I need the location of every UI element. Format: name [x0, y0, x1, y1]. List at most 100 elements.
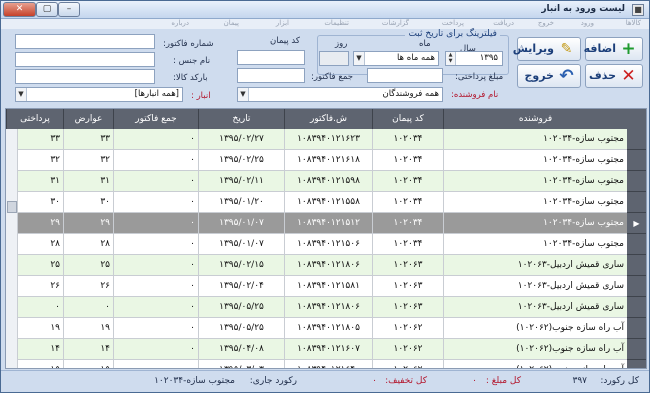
menu-item[interactable]: دریافت: [493, 19, 514, 27]
row-header[interactable]: ▶: [627, 213, 646, 234]
undo-arrow-icon: ↶: [559, 66, 574, 86]
seller-value: همه فروشندگان: [382, 89, 439, 99]
menu-item[interactable]: گزارشات: [382, 19, 409, 27]
column-header-fees[interactable]: عوارض: [63, 109, 113, 129]
table-row[interactable]: ساری قمیش اردبیل-۱۰۲۰۶۳ ۱۰۲۰۶۳ ۱۰۸۳۹۴۰۱۲۱۸…: [6, 297, 646, 318]
maximize-button[interactable]: ▢: [36, 2, 58, 17]
menu-item[interactable]: پرداخت: [442, 19, 464, 27]
delete-button[interactable]: ✕ حذف: [585, 64, 643, 88]
table-header: فروشنده کد پیمان ش.فاکتور تاریخ جمع فاکت…: [6, 109, 646, 129]
add-button[interactable]: + اضافه: [584, 37, 643, 61]
table-row[interactable]: آب راه سازه جنوب(۱۰۲۰۶۲)۱۰۲۰۶۲۱۰۸۳۹۴۰۱۲۱…: [6, 360, 646, 368]
table-row[interactable]: ▶ مجتوب سازه-۱۰۲۰۳۴ ۱۰۲۰۳۴ ۱۰۸۳۹۴۰۱۲۱۵۱۲ ۱۳۹…: [6, 213, 646, 234]
column-header-paid[interactable]: پرداختی: [6, 109, 63, 129]
cell-date: ۱۳۹۵/۰۱/۰۷: [198, 234, 284, 255]
table-row[interactable]: ساری قمیش اردبیل-۱۰۲۰۶۳ ۱۰۲۰۶۳ ۱۰۸۳۹۴۰۱۲۱۵…: [6, 276, 646, 297]
row-header[interactable]: [627, 318, 646, 339]
cell-fees: ۳۳: [63, 129, 113, 150]
day-field[interactable]: [319, 51, 349, 66]
column-header-invoice[interactable]: ش.فاکتور: [284, 109, 372, 129]
row-header[interactable]: [627, 129, 646, 150]
amount-paid-field[interactable]: [367, 68, 443, 83]
cell-date: ۱۳۹۵/۰۲/۱۱: [198, 171, 284, 192]
table-row[interactable]: مجتوب سازه-۱۰۲۰۳۴ ۱۰۲۰۳۴ ۱۰۸۳۹۴۰۱۲۱۵۹۸ ۱۳۹۵…: [6, 171, 646, 192]
cell-total: ۰: [113, 255, 198, 276]
cell-date: ۱۳۹۵/۰۲/۱۵: [198, 255, 284, 276]
column-header-seller[interactable]: فروشنده: [443, 109, 627, 129]
cell-invoice: ۱۰۸۳۹۴۰۱۲۱۵۹۸: [284, 171, 372, 192]
plus-icon: +: [621, 39, 636, 59]
seller-dropdown[interactable]: ▼ همه فروشندگان: [237, 87, 443, 102]
cell-contract: ۱۰۲۰۳۴: [372, 213, 443, 234]
warehouse-dropdown[interactable]: ▼ [همه انبارها]: [15, 87, 183, 102]
menu-item[interactable]: کالاها: [626, 19, 641, 27]
chevron-down-icon[interactable]: ▼: [16, 88, 27, 101]
cell-total: ۰: [113, 150, 198, 171]
cell-contract: ۱۰۲۰۳۴: [372, 171, 443, 192]
invoice-number-field[interactable]: [15, 34, 155, 49]
seller-label: نام فروشنده:: [451, 90, 499, 100]
row-header[interactable]: [627, 339, 646, 360]
exit-button[interactable]: ↶ خروج: [517, 64, 581, 88]
spinner-arrows-icon[interactable]: ▲ ▼: [446, 52, 456, 65]
row-header[interactable]: [627, 276, 646, 297]
edit-button[interactable]: ✎ ویرایش: [513, 37, 581, 61]
cell-fees: ۱۹: [63, 318, 113, 339]
cell-seller: ساری قمیش اردبیل-۱۰۲۰۶۳: [443, 255, 627, 276]
year-spinner[interactable]: ▲ ▼ ۱۳۹۵: [445, 51, 503, 66]
menu-item[interactable]: تنظیمات: [324, 19, 349, 27]
column-header-date[interactable]: تاریخ: [198, 109, 284, 129]
row-header[interactable]: [627, 150, 646, 171]
cell-invoice: ۱۰۸۳۹۴۰۱۲۱۸۰۵: [284, 318, 372, 339]
cell-total: ۰: [113, 339, 198, 360]
table-row[interactable]: مجتوب سازه-۱۰۲۰۳۴ ۱۰۲۰۳۴ ۱۰۸۳۹۴۰۱۲۱۶۲۳ ۱۳۹۵…: [6, 129, 646, 150]
month-label: ماه: [419, 39, 431, 49]
barcode-field[interactable]: [15, 69, 155, 84]
table-row[interactable]: آب راه سازه جنوب(۱۰۲۰۶۲)۱۰۲۰۶۲۱۰۸۳۹۴۰۱۲۱…: [6, 318, 646, 339]
cell-total: ۰: [113, 129, 198, 150]
chevron-down-icon[interactable]: ▼: [354, 52, 365, 65]
table-row[interactable]: مجتوب سازه-۱۰۲۰۳۴ ۱۰۲۰۳۴ ۱۰۸۳۹۴۰۱۲۱۶۱۸ ۱۳۹۵…: [6, 150, 646, 171]
minimize-button[interactable]: –: [58, 2, 80, 17]
contract-code-field[interactable]: [237, 50, 305, 65]
column-header-total[interactable]: جمع فاکتور: [113, 109, 198, 129]
month-dropdown[interactable]: ▼ همه ماه ها: [353, 51, 439, 66]
cell-invoice: ۱۰۸۳۹۴۰۱۲۱۶۴۰: [284, 360, 372, 368]
product-name-field[interactable]: [15, 52, 155, 67]
row-header[interactable]: [627, 297, 646, 318]
invoice-total-field[interactable]: [237, 68, 305, 83]
row-header[interactable]: [627, 234, 646, 255]
cell-fees: ۱۴: [63, 339, 113, 360]
barcode-label: بارکد کالا:: [173, 73, 208, 83]
menu-item[interactable]: ابزار: [276, 19, 289, 27]
cell-fees: ۰: [63, 297, 113, 318]
cell-invoice: ۱۰۸۳۹۴۰۱۲۱۵۱۲: [284, 213, 372, 234]
invoice-total-label: جمع فاکتور:: [311, 72, 354, 82]
cell-total: ۰: [113, 192, 198, 213]
amount-paid-label: مبلغ پرداختی:: [455, 72, 504, 82]
menu-item[interactable]: درباره: [171, 19, 189, 27]
chevron-down-icon[interactable]: ▼: [238, 88, 249, 101]
row-header[interactable]: [627, 360, 646, 368]
cell-seller: مجتوب سازه-۱۰۲۰۳۴: [443, 171, 627, 192]
row-header[interactable]: [627, 255, 646, 276]
scrollbar-thumb[interactable]: [7, 201, 17, 213]
menu-item[interactable]: پیمان: [224, 19, 239, 27]
table-row[interactable]: ساری قمیش اردبیل-۱۰۲۰۶۳ ۱۰۲۰۶۳ ۱۰۸۳۹۴۰۱۲۱۸…: [6, 255, 646, 276]
table-row[interactable]: مجتوب سازه-۱۰۲۰۳۴ ۱۰۲۰۳۴ ۱۰۸۳۹۴۰۱۲۱۵۵۸ ۱۳۹۵…: [6, 192, 646, 213]
row-header[interactable]: [627, 192, 646, 213]
cell-seller: ساری قمیش اردبیل-۱۰۲۰۶۳: [443, 297, 627, 318]
table-row[interactable]: مجتوب سازه-۱۰۲۰۳۴ ۱۰۲۰۳۴ ۱۰۸۳۹۴۰۱۲۱۵۰۶ ۱۳۹۵…: [6, 234, 646, 255]
vertical-scrollbar[interactable]: [6, 129, 18, 368]
menu-item[interactable]: خروج: [538, 19, 554, 27]
close-button[interactable]: ✕: [3, 2, 36, 17]
delete-x-icon: ✕: [621, 66, 636, 86]
cell-contract: ۱۰۲۰۶۲: [372, 318, 443, 339]
current-record-value: مجتوب سازه-۱۰۲۰۳۴: [154, 376, 235, 386]
menu-item[interactable]: ورود: [581, 19, 594, 27]
row-header[interactable]: [627, 171, 646, 192]
total-amount-value: ۰: [472, 376, 477, 386]
table-row[interactable]: آب راه سازه جنوب(۱۰۲۰۶۲)۱۰۲۰۶۲۱۰۸۳۹۴۰۱۲۱…: [6, 339, 646, 360]
cell-date: ۱۳۹۵/۰۴/۰۸: [198, 339, 284, 360]
column-header-contract[interactable]: کد پیمان: [372, 109, 443, 129]
